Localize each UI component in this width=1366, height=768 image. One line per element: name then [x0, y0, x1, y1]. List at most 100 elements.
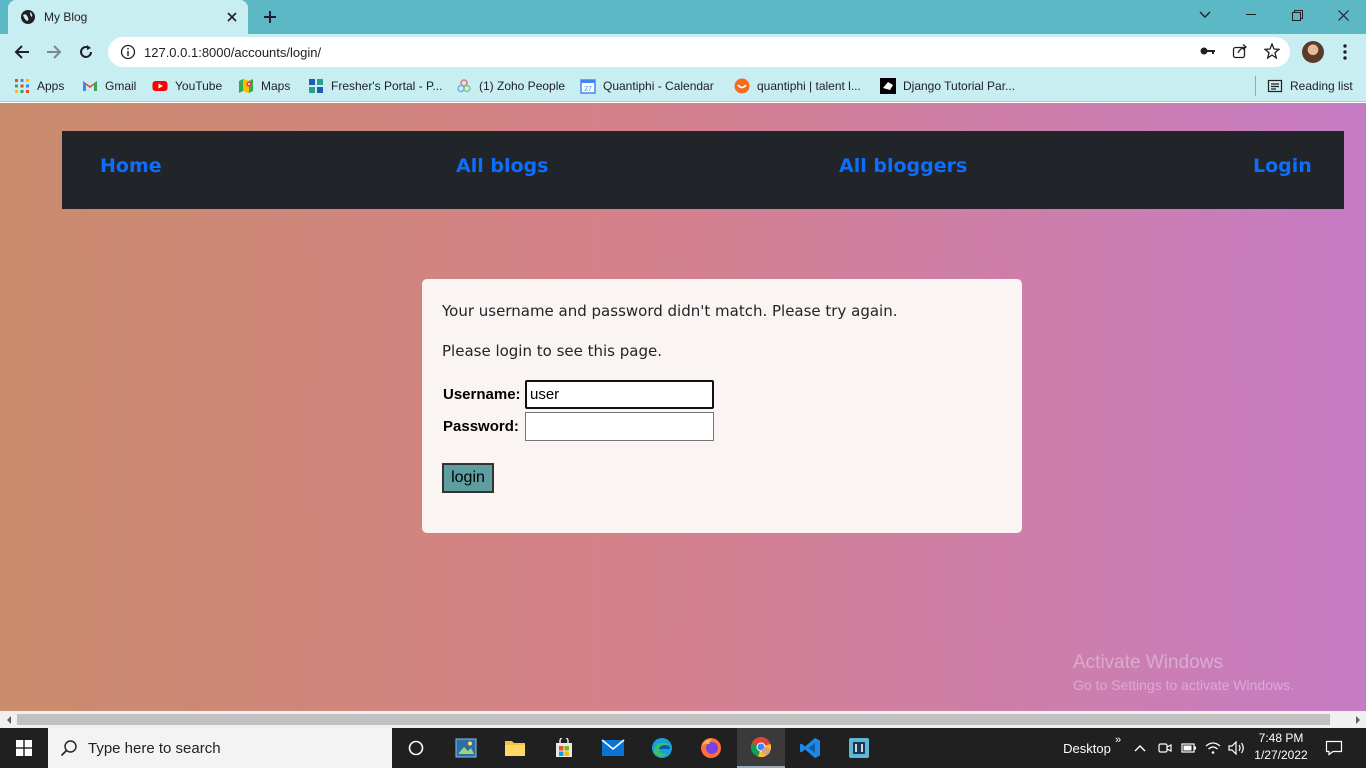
taskbar-search-box[interactable]: Type here to search [48, 728, 392, 768]
scrollbar-thumb[interactable] [17, 714, 1330, 725]
windows-taskbar: Type here to search Desktop » 7:48 PM 1/… [0, 728, 1366, 768]
tab-title: My Blog [44, 10, 88, 24]
gmail-icon [83, 81, 97, 91]
svg-text:27: 27 [584, 86, 592, 93]
site-navbar: Home All blogs All bloggers Login [62, 131, 1344, 209]
mail-app-icon[interactable] [589, 728, 637, 768]
horizontal-scrollbar[interactable] [0, 711, 1366, 728]
login-card: Your username and password didn't match.… [422, 279, 1022, 533]
search-placeholder: Type here to search [88, 739, 221, 757]
battery-icon[interactable] [1179, 728, 1199, 768]
tab-search-chevron-icon[interactable] [1182, 0, 1228, 30]
meet-now-icon[interactable] [1155, 728, 1175, 768]
youtube-icon [152, 81, 168, 91]
app-bracket-icon[interactable] [835, 728, 883, 768]
bookmark-youtube[interactable]: YouTube [152, 76, 222, 96]
reload-icon[interactable] [74, 40, 98, 64]
bookmark-label: YouTube [175, 79, 223, 93]
back-arrow-icon[interactable] [10, 40, 34, 64]
nav-link-all-blogs[interactable]: All blogs [456, 155, 548, 177]
error-message: Your username and password didn't match.… [442, 302, 898, 320]
file-explorer-icon[interactable] [491, 728, 539, 768]
bookmark-django-tutorial[interactable]: Django Tutorial Par... [880, 76, 1015, 96]
chrome-browser-icon[interactable] [737, 728, 785, 768]
bookmarks-bar: Apps Gmail YouTube Maps Fresher's Portal… [0, 70, 1366, 102]
activate-windows-subtitle: Go to Settings to activate Windows. [1073, 677, 1294, 693]
username-input[interactable] [525, 380, 714, 409]
bookmarks-divider [1255, 76, 1256, 96]
cortana-icon[interactable] [392, 728, 440, 768]
bookmark-label: Fresher's Portal - P... [331, 79, 443, 93]
activate-windows-title: Activate Windows [1073, 652, 1223, 673]
bookmark-label: Maps [261, 79, 291, 93]
globe-icon [21, 10, 35, 24]
scroll-right-arrow-icon[interactable] [1349, 711, 1366, 728]
taskbar-clock[interactable]: 7:48 PM 1/27/2022 [1248, 730, 1314, 764]
close-window-icon[interactable] [1320, 0, 1366, 30]
browser-toolbar: 127.0.0.1:8000/accounts/login/ [0, 34, 1366, 70]
bookmark-gmail[interactable]: Gmail [82, 76, 136, 96]
url-text: 127.0.0.1:8000/accounts/login/ [144, 44, 322, 60]
profile-avatar[interactable] [1302, 41, 1324, 63]
bookmark-label: Django Tutorial Par... [903, 79, 1016, 93]
nav-link-login[interactable]: Login [1253, 155, 1312, 177]
notifications-icon[interactable] [1320, 728, 1348, 768]
more-menu-icon[interactable] [1336, 41, 1354, 63]
bookmark-label: (1) Zoho People [479, 79, 566, 93]
show-hidden-icons-chevron-icon[interactable] [1131, 728, 1149, 768]
bookmark-star-icon[interactable] [1262, 41, 1282, 61]
site-info-icon[interactable] [120, 44, 136, 60]
bookmark-freshers-portal[interactable]: Fresher's Portal - P... [308, 76, 442, 96]
bookmark-label: Quantiphi - Calendar [603, 79, 714, 93]
share-icon[interactable] [1230, 41, 1250, 61]
bookmark-label: Apps [37, 79, 65, 93]
password-input[interactable] [525, 412, 714, 441]
username-label: Username: [443, 386, 521, 403]
login-submit-button[interactable]: login [442, 463, 494, 493]
tab-strip: My Blog [0, 0, 1366, 34]
reading-list-icon [1267, 79, 1283, 93]
mdn-icon [880, 78, 896, 94]
forward-arrow-icon[interactable] [42, 40, 66, 64]
bookmark-apps[interactable]: Apps [14, 76, 64, 96]
reading-list-label: Reading list [1290, 79, 1353, 93]
address-bar[interactable]: 127.0.0.1:8000/accounts/login/ [108, 37, 1290, 67]
firefox-icon[interactable] [687, 728, 735, 768]
clock-date: 1/27/2022 [1254, 748, 1308, 762]
restore-icon[interactable] [1274, 0, 1320, 30]
desktop-label: Desktop [1063, 740, 1111, 756]
microsoft-store-icon[interactable] [540, 728, 588, 768]
scroll-left-arrow-icon[interactable] [0, 711, 17, 728]
photos-app-icon[interactable] [442, 728, 490, 768]
vscode-icon[interactable] [786, 728, 834, 768]
windows-start-icon[interactable] [0, 728, 48, 768]
edge-browser-icon[interactable] [638, 728, 686, 768]
calendar-icon: 27 [580, 79, 596, 94]
clock-time: 7:48 PM [1258, 731, 1304, 745]
tab-my-blog[interactable]: My Blog [8, 0, 248, 34]
minimize-icon[interactable] [1228, 0, 1274, 30]
bookmark-maps[interactable]: Maps [238, 76, 290, 96]
bookmark-label: quantiphi | talent l... [757, 79, 861, 93]
bookmark-zoho-people[interactable]: (1) Zoho People [456, 76, 565, 96]
maps-icon [239, 79, 253, 93]
zoho-icon [457, 79, 471, 93]
wifi-icon[interactable] [1203, 728, 1223, 768]
nav-link-all-bloggers[interactable]: All bloggers [839, 155, 967, 177]
bookmark-label: Gmail [105, 79, 137, 93]
volume-icon[interactable] [1226, 728, 1248, 768]
nav-link-home[interactable]: Home [100, 155, 162, 177]
portal-icon [309, 79, 323, 93]
bookmark-quantiphi-calendar[interactable]: 27 Quantiphi - Calendar [580, 76, 714, 96]
close-tab-icon[interactable] [224, 9, 240, 25]
double-chevron-icon[interactable]: » [1112, 720, 1124, 760]
reading-list-button[interactable]: Reading list [1267, 76, 1353, 96]
key-icon[interactable] [1198, 41, 1218, 61]
page-viewport: Home All blogs All bloggers Login Your u… [0, 103, 1366, 711]
bookmark-quantiphi-talent[interactable]: quantiphi | talent l... [734, 76, 861, 96]
info-message: Please login to see this page. [442, 342, 662, 360]
desktop-toolbar[interactable]: Desktop [1060, 728, 1114, 768]
search-icon [60, 740, 77, 757]
apps-grid-icon [15, 79, 29, 93]
new-tab-icon[interactable] [260, 7, 280, 27]
